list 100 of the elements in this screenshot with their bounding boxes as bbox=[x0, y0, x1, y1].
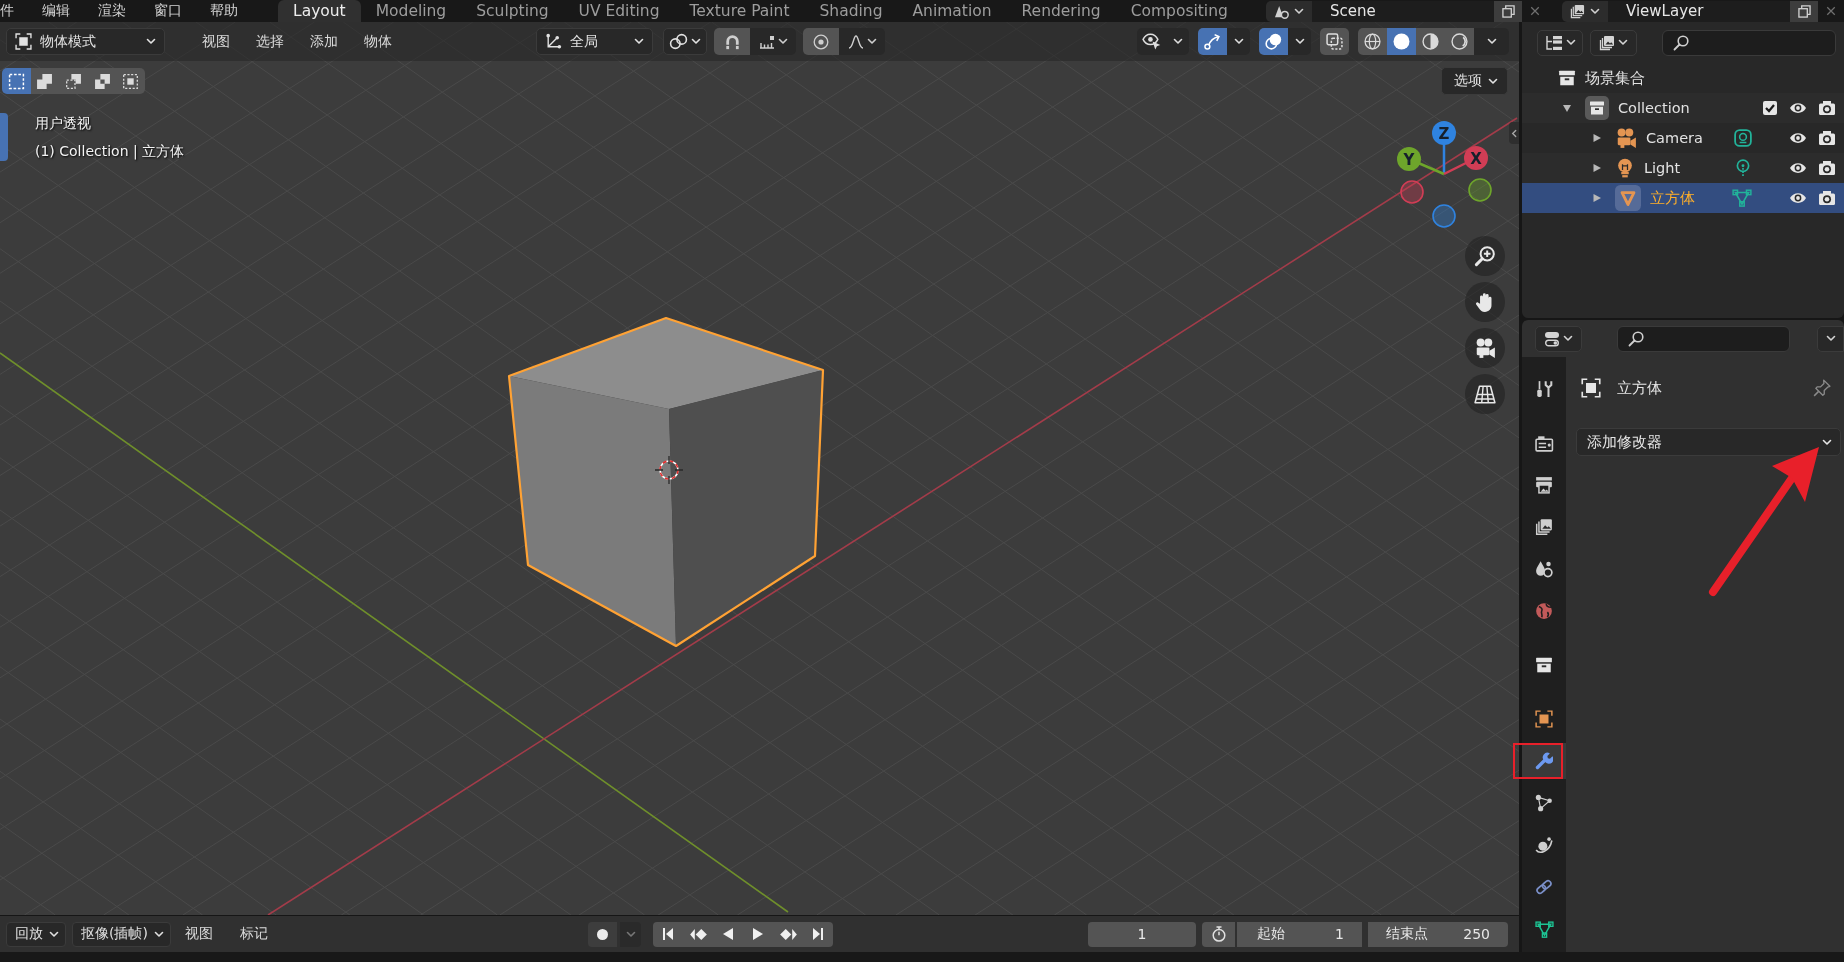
outliner-row[interactable]: Light bbox=[1522, 153, 1844, 183]
workspace-tab[interactable]: Shading bbox=[804, 0, 898, 22]
menu-item[interactable]: 物体 bbox=[364, 32, 392, 51]
shading-mode-button[interactable] bbox=[1387, 28, 1416, 55]
workspace-tab[interactable]: Compositing bbox=[1115, 0, 1243, 22]
jump-end-button[interactable] bbox=[803, 921, 833, 947]
wireframe-sphere-icon bbox=[1364, 33, 1381, 50]
pivot-dropdown[interactable] bbox=[663, 28, 707, 55]
axis-handle[interactable]: X bbox=[1443, 146, 1488, 176]
overlay-menu-button[interactable] bbox=[1288, 28, 1311, 55]
gizmo-menu-button[interactable] bbox=[1227, 28, 1250, 55]
snap-toggle[interactable] bbox=[714, 28, 750, 55]
workspace-tab[interactable]: Layout bbox=[278, 0, 361, 22]
jump-start-button[interactable] bbox=[653, 921, 683, 947]
menu-item[interactable]: 编辑 bbox=[42, 2, 70, 20]
workspace-tab[interactable]: Animation bbox=[897, 0, 1007, 22]
pin-circle-icon[interactable] bbox=[1734, 159, 1752, 177]
sidebar-toggle[interactable] bbox=[1509, 122, 1519, 144]
start-frame-field[interactable]: 起始 1 bbox=[1237, 921, 1362, 947]
workspace-tab[interactable]: Texture Paint bbox=[674, 0, 805, 22]
display-mode-dropdown[interactable] bbox=[1537, 29, 1583, 56]
outliner-item-label: 场景集合 bbox=[1585, 68, 1646, 88]
perspective-toggle[interactable] bbox=[1465, 374, 1505, 414]
eye-icon[interactable] bbox=[1789, 192, 1807, 204]
visibility-toggle[interactable] bbox=[1137, 28, 1166, 55]
negative-axis-handle[interactable] bbox=[1400, 180, 1424, 204]
filter-dropdown[interactable] bbox=[1590, 29, 1637, 56]
visibility-menu-button[interactable] bbox=[1166, 28, 1189, 55]
search-field[interactable] bbox=[1662, 29, 1836, 56]
view-layer-menu-button[interactable] bbox=[1562, 0, 1608, 22]
camera-icon[interactable] bbox=[1818, 100, 1836, 116]
shading-menu-button[interactable] bbox=[1474, 28, 1509, 55]
zoom-button[interactable] bbox=[1465, 236, 1505, 276]
pin-button[interactable] bbox=[1812, 378, 1832, 398]
shading-mode-button[interactable] bbox=[1358, 28, 1387, 55]
scene-field[interactable]: Scene bbox=[1312, 0, 1494, 22]
checkbox[interactable] bbox=[1762, 100, 1778, 116]
xray-toggle[interactable] bbox=[1320, 28, 1349, 55]
negative-axis-handle[interactable] bbox=[1432, 204, 1456, 228]
chevron-down-icon bbox=[1487, 77, 1498, 85]
overlay-toggle[interactable] bbox=[1259, 28, 1288, 55]
add-modifier-dropdown[interactable]: 添加修改器 bbox=[1576, 428, 1841, 456]
scene-menu-button[interactable] bbox=[1266, 0, 1312, 22]
workspace-tab[interactable]: Modeling bbox=[360, 0, 462, 22]
camera-icon[interactable] bbox=[1818, 160, 1836, 176]
gizmo-toggle[interactable] bbox=[1198, 28, 1227, 55]
menu-item[interactable]: 视图 bbox=[202, 32, 230, 51]
current-frame-field[interactable]: 1 bbox=[1088, 921, 1196, 947]
menu-item[interactable]: 渲染 bbox=[98, 2, 126, 20]
options-dropdown[interactable]: 选项 bbox=[1441, 67, 1508, 95]
proportional-edit-toggle[interactable] bbox=[803, 28, 839, 55]
axis-handle[interactable]: Y bbox=[1397, 147, 1445, 176]
orientation-dropdown[interactable]: 全局 bbox=[536, 28, 653, 55]
search-field[interactable] bbox=[1617, 325, 1790, 352]
eye-icon[interactable] bbox=[1789, 102, 1807, 114]
field-value: 250 bbox=[1463, 926, 1490, 942]
workspace-tab[interactable]: UV Editing bbox=[563, 0, 675, 22]
menu-item[interactable]: 标记 bbox=[239, 925, 268, 943]
axis-handle[interactable]: Z bbox=[1432, 121, 1456, 174]
record-button[interactable] bbox=[588, 921, 617, 947]
outliner-row[interactable]: 立方体 bbox=[1522, 183, 1844, 213]
select-mode-button[interactable] bbox=[116, 68, 145, 94]
menu-item[interactable]: 视图 bbox=[184, 925, 213, 943]
menu-item[interactable]: 窗口 bbox=[154, 2, 182, 20]
select-mode-button[interactable] bbox=[30, 68, 60, 94]
expand-triangle-icon[interactable] bbox=[1592, 133, 1602, 143]
negative-axis-handle[interactable] bbox=[1468, 178, 1492, 202]
preview-range-toggle[interactable] bbox=[1202, 921, 1235, 947]
eye-icon[interactable] bbox=[1789, 162, 1807, 174]
view-layer-field[interactable]: ViewLayer bbox=[1608, 0, 1790, 22]
menu-item[interactable]: 添加 bbox=[310, 32, 338, 51]
dropdown-menu[interactable]: 抠像(插帧) bbox=[72, 921, 171, 947]
end-frame-field[interactable]: 结束点 250 bbox=[1368, 921, 1508, 947]
expand-triangle-icon[interactable] bbox=[1592, 193, 1602, 203]
outliner-row[interactable]: Collection bbox=[1522, 93, 1844, 123]
snap-target-dropdown[interactable] bbox=[750, 28, 796, 55]
menu-item[interactable]: 帮助 bbox=[210, 2, 238, 20]
select-mode-button[interactable] bbox=[2, 68, 31, 94]
menu-item[interactable]: 选择 bbox=[256, 32, 284, 51]
dropdown-menu[interactable]: 回放 bbox=[6, 921, 66, 947]
vertex-triangle-icon[interactable] bbox=[1732, 189, 1752, 207]
collapse-triangle-icon[interactable] bbox=[1562, 103, 1572, 113]
editor-type-dropdown[interactable] bbox=[1535, 325, 1582, 352]
workspace-tab[interactable]: Rendering bbox=[1006, 0, 1116, 22]
panel-menu-button[interactable] bbox=[1817, 325, 1844, 352]
lens-icon[interactable] bbox=[1734, 129, 1752, 147]
pan-button[interactable] bbox=[1465, 282, 1505, 322]
workspace-tab[interactable]: Sculpting bbox=[461, 0, 564, 22]
menu-item[interactable]: 件 bbox=[0, 2, 14, 20]
shading-mode-button[interactable] bbox=[1445, 28, 1474, 55]
camera-icon[interactable] bbox=[1818, 190, 1836, 206]
camera-icon[interactable] bbox=[1818, 130, 1836, 146]
copy-button[interactable] bbox=[1494, 0, 1522, 22]
camera-view-button[interactable] bbox=[1465, 328, 1505, 368]
shading-mode-button[interactable] bbox=[1416, 28, 1445, 55]
expand-triangle-icon[interactable] bbox=[1592, 163, 1602, 173]
eye-icon[interactable] bbox=[1789, 132, 1807, 144]
falloff-dropdown[interactable] bbox=[839, 28, 885, 55]
copy-button[interactable] bbox=[1790, 0, 1818, 22]
mode-dropdown[interactable]: 物体模式 bbox=[6, 28, 165, 55]
